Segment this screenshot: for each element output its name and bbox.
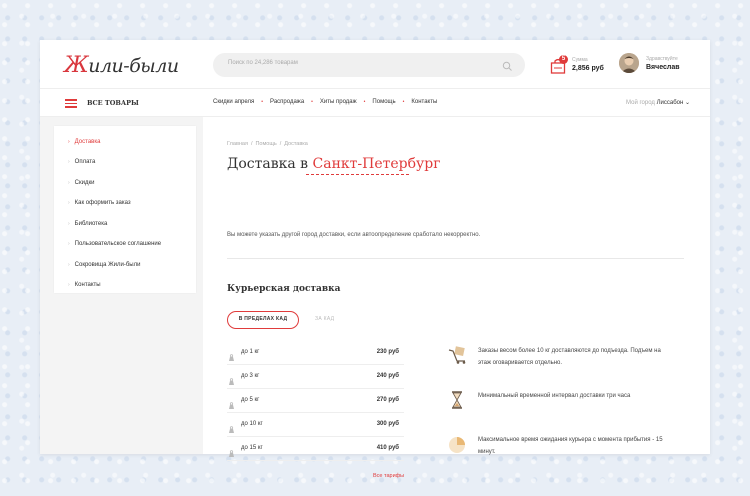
all-rates-link[interactable]: Все тарифы bbox=[373, 473, 404, 479]
user-name: Вячеслав bbox=[646, 64, 680, 71]
city-label: Мой город bbox=[626, 100, 655, 106]
separator-dot-icon: • bbox=[402, 99, 405, 105]
rates-table: до 1 кг 230 руб до 3 кг 240 руб до 5 кг … bbox=[227, 341, 404, 461]
sidebar-item-label: Доставка bbox=[74, 139, 101, 145]
search-icon[interactable] bbox=[502, 59, 513, 77]
sidebar-item-label: Пользовательское соглашение bbox=[74, 241, 162, 247]
bullet-icon: › bbox=[68, 139, 70, 145]
bullet-icon: › bbox=[68, 200, 70, 206]
sidebar-item-discounts[interactable]: › Скидки bbox=[68, 180, 94, 186]
title-prefix: Доставка в bbox=[227, 156, 309, 172]
divider bbox=[227, 258, 684, 259]
sidebar-item-how-to-order[interactable]: › Как оформить заказ bbox=[68, 200, 131, 206]
breadcrumb-link[interactable]: Главная bbox=[227, 141, 248, 147]
sidebar-item-delivery[interactable]: › Доставка bbox=[68, 139, 100, 145]
cart-count-badge: 5 bbox=[559, 55, 568, 64]
user-profile[interactable]: Здравствуйте Вячеслав bbox=[619, 53, 709, 77]
rate-weight: до 15 кг bbox=[241, 445, 263, 451]
nav-link[interactable]: Хиты продаж bbox=[320, 99, 357, 105]
search-bar[interactable]: Поиск по 24,286 товарам bbox=[213, 53, 525, 77]
tab-outside-kad[interactable]: ЗА КАД bbox=[315, 316, 334, 322]
rate-weight: до 1 кг bbox=[241, 349, 260, 355]
all-goods-link[interactable]: ВСЕ ТОВАРЫ bbox=[87, 99, 139, 107]
bullet-icon: › bbox=[68, 262, 70, 268]
header: Жили-были Поиск по 24,286 товарам 5 Сумм… bbox=[40, 40, 710, 88]
sidebar-menu: › Доставка › Оплата › Скидки › Как оформить … bbox=[54, 126, 196, 293]
breadcrumb: Главная / Помощь / Доставка bbox=[227, 141, 308, 147]
rate-row: до 10 кг 300 руб bbox=[227, 413, 404, 437]
rate-weight: до 10 кг bbox=[241, 421, 263, 427]
weight-icon bbox=[228, 445, 235, 463]
rate-weight: до 3 кг bbox=[241, 373, 260, 379]
rate-row: до 15 кг 410 руб bbox=[227, 437, 404, 461]
city-value: Лиссабон bbox=[656, 100, 684, 106]
city-link-underline bbox=[306, 174, 409, 175]
bullet-icon: › bbox=[68, 241, 70, 247]
sidebar-item-label: Как оформить заказ bbox=[74, 200, 131, 206]
feature-text: Заказы весом более 10 кг доставляются до… bbox=[478, 348, 661, 366]
rate-weight: до 5 кг bbox=[241, 397, 260, 403]
separator-dot-icon: • bbox=[363, 99, 366, 105]
sidebar-item-contacts[interactable]: › Контакты bbox=[68, 282, 101, 288]
separator-dot-icon: • bbox=[311, 99, 313, 105]
sidebar-item-label: Сокровища Жили-были bbox=[74, 262, 141, 268]
clock-pie-icon bbox=[447, 434, 467, 459]
cart-sum: 2,856 руб bbox=[572, 65, 604, 72]
nav-link[interactable]: Скидки апреля bbox=[213, 99, 254, 105]
hourglass-icon bbox=[447, 390, 467, 415]
cart-sum-label: Сумма bbox=[572, 57, 588, 63]
rate-row: до 5 кг 270 руб bbox=[227, 389, 404, 413]
sidebar-item-user-agreement[interactable]: › Пользовательское соглашение bbox=[68, 241, 161, 247]
rate-price: 270 руб bbox=[376, 397, 399, 403]
feature-text: Максимальное время ожидания курьера с мо… bbox=[478, 437, 663, 455]
sidebar-item-payment[interactable]: › Оплата bbox=[68, 159, 95, 165]
feature-text: Минимальный временной интервал доставки … bbox=[478, 393, 631, 399]
bullet-icon: › bbox=[68, 180, 70, 186]
rate-row: до 1 кг 230 руб bbox=[227, 341, 404, 365]
bullet-icon: › bbox=[68, 159, 70, 165]
section-title: Курьерская доставка bbox=[227, 284, 341, 294]
city-selector[interactable]: Мой город Лиссабон ⌄ bbox=[626, 99, 690, 106]
rate-price: 410 руб bbox=[376, 445, 399, 451]
breadcrumb-current: Доставка bbox=[284, 141, 308, 147]
sidebar-item-label: Скидки bbox=[74, 180, 95, 186]
bullet-icon: › bbox=[68, 221, 70, 227]
logo[interactable]: Жили-были bbox=[64, 53, 179, 78]
nav-link[interactable]: Распродажа bbox=[270, 99, 304, 105]
sidebar-item-label: Библиотека bbox=[74, 221, 108, 227]
main-content: Главная / Помощь / Доставка Доставка в Санкт… bbox=[213, 117, 710, 479]
nav-link[interactable]: Контакты bbox=[411, 99, 437, 105]
chevron-down-icon: ⌄ bbox=[684, 100, 690, 106]
page-title: Доставка в Санкт-Петербург bbox=[227, 156, 441, 172]
search-input[interactable]: Поиск по 24,286 товарам bbox=[228, 60, 298, 66]
rate-row: до 3 кг 240 руб bbox=[227, 365, 404, 389]
rate-price: 300 руб bbox=[376, 421, 399, 427]
nav-links: Скидки апреля • Распродажа • Хиты продаж • Пом… bbox=[213, 99, 437, 105]
rate-price: 240 руб bbox=[376, 373, 399, 379]
cart-truck-icon bbox=[447, 345, 469, 370]
page-frame: Жили-были Поиск по 24,286 товарам 5 Сумм… bbox=[40, 40, 710, 479]
rate-price: 230 руб bbox=[376, 349, 399, 355]
cart-button[interactable]: 5 Сумма 2,856 руб bbox=[550, 55, 620, 77]
greeting-label: Здравствуйте bbox=[646, 56, 678, 62]
sidebar-item-label: Контакты bbox=[74, 282, 101, 288]
sidebar-item-library[interactable]: › Библиотека bbox=[68, 221, 107, 227]
menu-icon[interactable] bbox=[65, 99, 77, 108]
nav-bar: ВСЕ ТОВАРЫ Скидки апреля • Распродажа • Хиты… bbox=[40, 88, 710, 117]
avatar[interactable] bbox=[619, 53, 639, 73]
nav-link[interactable]: Помощь bbox=[372, 99, 395, 105]
city-hint-text: Вы можете указать другой город доставки,… bbox=[227, 232, 481, 238]
bullet-icon: › bbox=[68, 282, 70, 288]
tab-within-kad[interactable]: В ПРЕДЕЛАХ КАД bbox=[227, 311, 299, 329]
sidebar-area: › Доставка › Оплата › Скидки › Как оформить … bbox=[40, 117, 203, 454]
sidebar-item-label: Оплата bbox=[74, 159, 96, 165]
city-link[interactable]: Санкт-Петербург bbox=[313, 156, 441, 172]
sidebar-item-treasures[interactable]: › Сокровища Жили-были bbox=[68, 262, 140, 268]
breadcrumb-link[interactable]: Помощь bbox=[255, 141, 276, 147]
separator-dot-icon: • bbox=[261, 99, 264, 105]
